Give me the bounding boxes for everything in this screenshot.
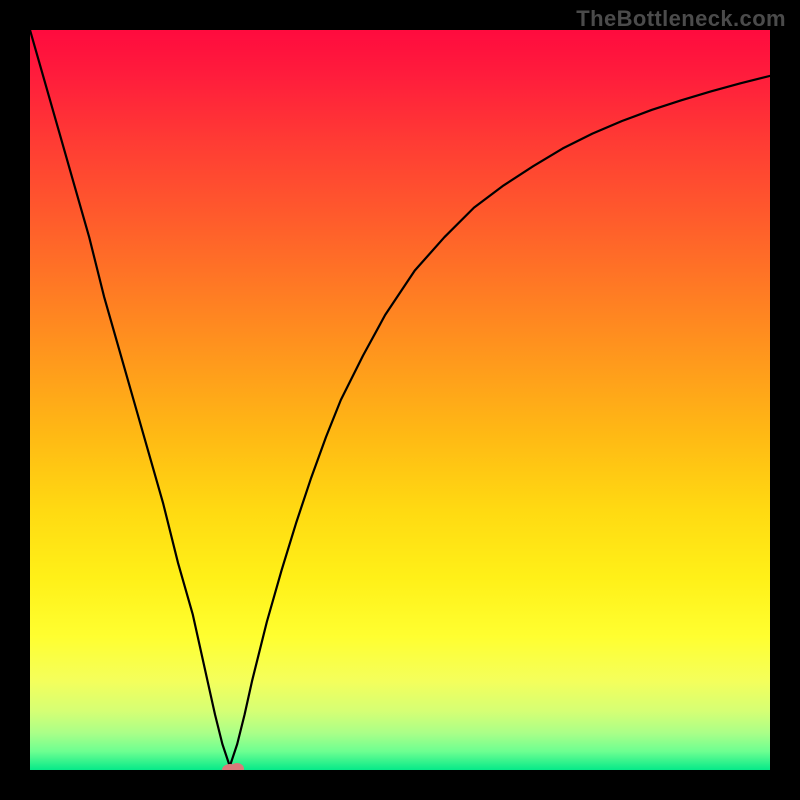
optimum-marker [222,764,238,770]
bottleneck-curve [30,30,770,770]
chart-frame: TheBottleneck.com [0,0,800,800]
plot-area [30,30,770,770]
watermark-text: TheBottleneck.com [576,6,786,32]
